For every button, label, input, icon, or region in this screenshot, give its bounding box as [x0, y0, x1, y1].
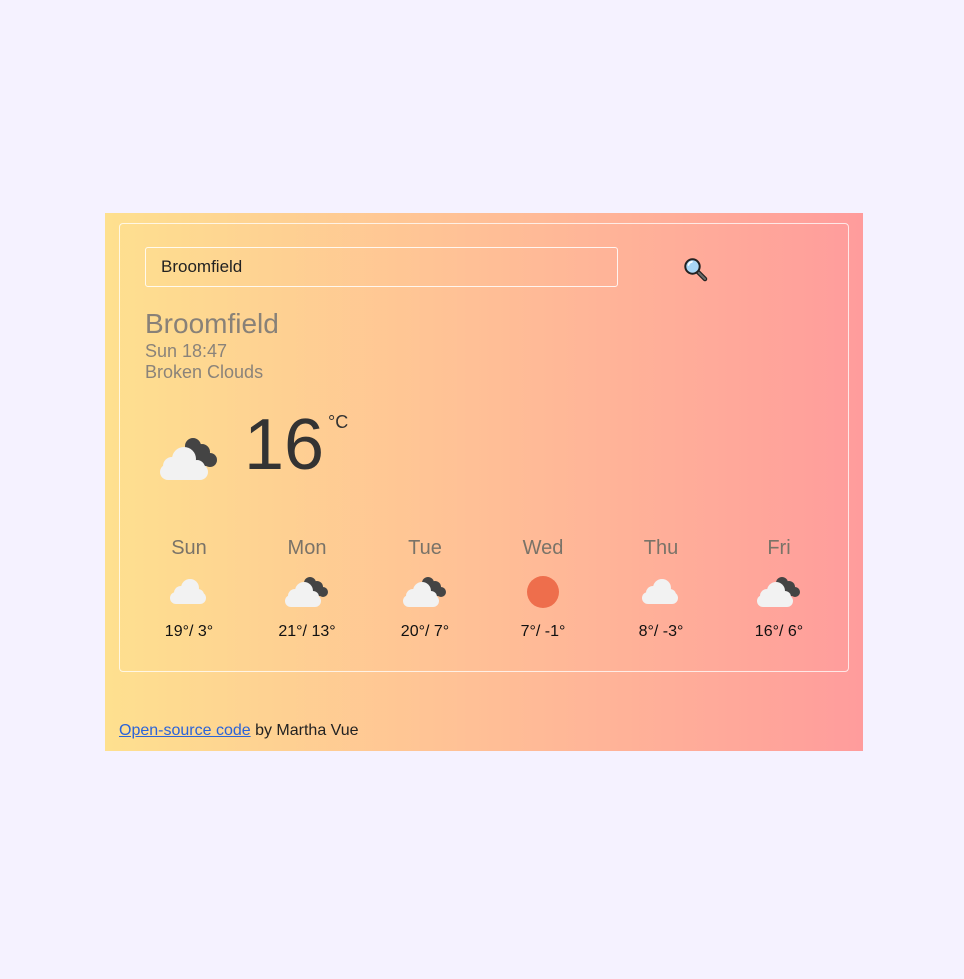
weather-description: Broken Clouds: [145, 362, 264, 382]
forecast-temps: 21°/ 13°: [278, 623, 336, 640]
temperature-unit: °C: [328, 412, 349, 432]
broken-clouds-icon: [160, 438, 217, 480]
forecast-day: Mon 21°/ 13°: [257, 536, 357, 641]
weather-card: Broomfield Sun 18:47 Broken Clouds 16 °C…: [119, 223, 849, 672]
forecast-day-name: Mon: [287, 537, 327, 559]
search-button[interactable]: [683, 257, 709, 283]
forecast-day: Fri 16°/ 6°: [729, 536, 829, 641]
forecast-day-name: Wed: [522, 537, 564, 559]
footer-credit: by Martha Vue: [250, 722, 359, 739]
broken-clouds-icon: [757, 577, 800, 607]
forecast-day: Tue 20°/ 7°: [375, 536, 475, 641]
forecast-temps: 16°/ 6°: [754, 623, 804, 640]
open-source-code-link[interactable]: Open-source code: [119, 722, 251, 739]
forecast-day: Thu 8°/ -3°: [611, 536, 711, 641]
city-search-input[interactable]: [145, 247, 618, 287]
city-name: Broomfield: [145, 308, 279, 339]
magnifying-glass-icon: [684, 258, 708, 282]
forecast-temps: 20°/ 7°: [400, 623, 450, 640]
weather-app: Broomfield Sun 18:47 Broken Clouds 16 °C…: [105, 213, 863, 751]
forecast-day-name: Sun: [171, 537, 207, 559]
forecast-temps: 7°/ -1°: [520, 623, 566, 640]
forecast-day: Wed 7°/ -1°: [493, 536, 593, 641]
forecast-day: Sun 19°/ 3°: [139, 536, 239, 641]
cloud-icon: [170, 579, 206, 604]
current-temperature: 16: [244, 405, 325, 485]
forecast-temps: 19°/ 3°: [164, 623, 214, 640]
sun-icon: [527, 576, 559, 608]
broken-clouds-icon: [403, 577, 446, 607]
current-datetime: Sun 18:47: [145, 341, 228, 361]
footer: Open-source code by Martha Vue: [119, 722, 359, 740]
cloud-icon: [642, 579, 678, 604]
forecast-day-name: Tue: [408, 537, 442, 559]
forecast-day-name: Thu: [643, 537, 679, 559]
forecast-temps: 8°/ -3°: [638, 623, 684, 640]
forecast-day-name: Fri: [767, 537, 791, 559]
broken-clouds-icon: [285, 577, 328, 607]
